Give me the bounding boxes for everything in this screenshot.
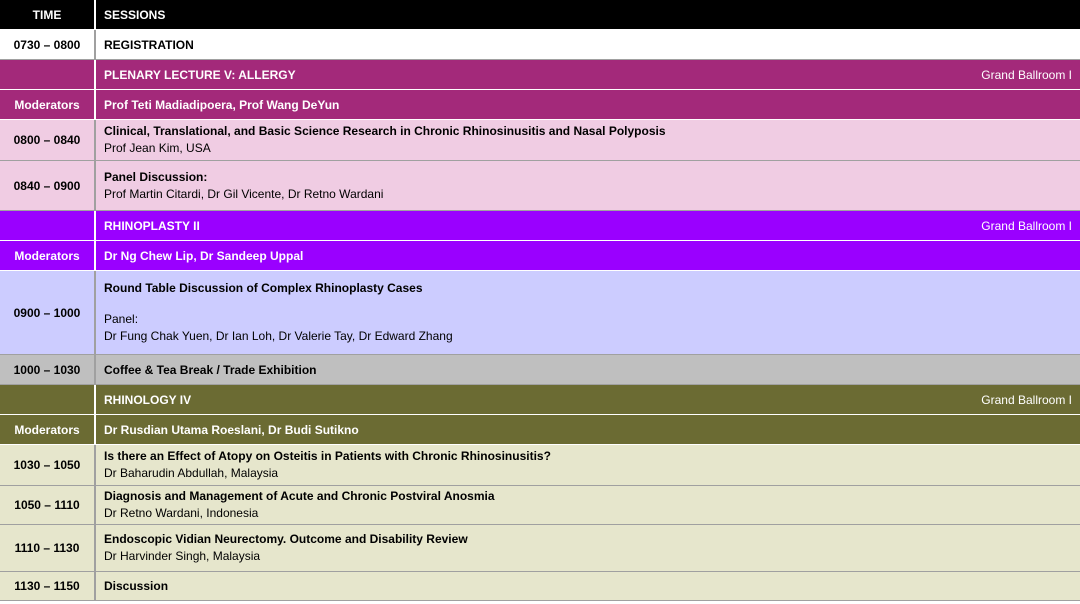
- speaker: Dr Fung Chak Yuen, Dr Ian Loh, Dr Valeri…: [104, 329, 453, 343]
- talk-title: Discussion: [104, 579, 169, 593]
- row-time: 1110 – 1130: [0, 525, 96, 571]
- row-time: 1050 – 1110: [0, 486, 96, 524]
- row-time: [0, 60, 96, 89]
- panel-label: Panel:: [104, 312, 139, 326]
- moderators-names: Dr Ng Chew Lip, Dr Sandeep Uppal: [104, 248, 304, 263]
- table-row: 1030 – 1050 Is there an Effect of Atopy …: [0, 445, 1080, 486]
- talk-title: Endoscopic Vidian Neurectomy. Outcome an…: [104, 532, 468, 546]
- table-row: 1110 – 1130 Endoscopic Vidian Neurectomy…: [0, 525, 1080, 572]
- row-time: [0, 211, 96, 240]
- row-time: 1030 – 1050: [0, 445, 96, 485]
- section-header-rhinoplasty: RHINOPLASTY II Grand Ballroom I: [0, 211, 1080, 241]
- table-row: 0800 – 0840 Clinical, Translational, and…: [0, 120, 1080, 161]
- talk-title: Diagnosis and Management of Acute and Ch…: [104, 489, 495, 503]
- moderators-row: Moderators Dr Ng Chew Lip, Dr Sandeep Up…: [0, 241, 1080, 271]
- table-header: TIME SESSIONS: [0, 0, 1080, 30]
- row-time: Moderators: [0, 415, 96, 444]
- speaker: Dr Harvinder Singh, Malaysia: [104, 549, 261, 563]
- schedule-table: TIME SESSIONS 0730 – 0800 REGISTRATION P…: [0, 0, 1080, 601]
- row-time: 0730 – 0800: [0, 30, 96, 59]
- talk-title: Panel Discussion:: [104, 169, 208, 184]
- row-title: REGISTRATION: [104, 37, 194, 52]
- row-time: 0840 – 0900: [0, 161, 96, 210]
- table-row: 1130 – 1150 Discussion: [0, 572, 1080, 601]
- talk-title: Round Table Discussion of Complex Rhinop…: [104, 281, 423, 295]
- row-time: 0900 – 1000: [0, 271, 96, 354]
- row-time: Moderators: [0, 241, 96, 270]
- venue-label: Grand Ballroom I: [981, 218, 1072, 233]
- row-time: 1130 – 1150: [0, 572, 96, 600]
- talk-title: Is there an Effect of Atopy on Osteitis …: [104, 449, 551, 463]
- row-time: 0800 – 0840: [0, 120, 96, 160]
- section-title: RHINOLOGY IV: [104, 392, 192, 407]
- talk-title: Clinical, Translational, and Basic Scien…: [104, 124, 666, 138]
- section-title: RHINOPLASTY II: [104, 218, 200, 233]
- break-row: 1000 – 1030 Coffee & Tea Break / Trade E…: [0, 355, 1080, 385]
- section-title: PLENARY LECTURE V: ALLERGY: [104, 67, 296, 82]
- table-row: 1050 – 1110 Diagnosis and Management of …: [0, 486, 1080, 525]
- venue-label: Grand Ballroom I: [981, 392, 1072, 407]
- moderators-row: Moderators Dr Rusdian Utama Roeslani, Dr…: [0, 415, 1080, 445]
- sessions-column-header: SESSIONS: [104, 7, 166, 22]
- section-header-rhinology: RHINOLOGY IV Grand Ballroom I: [0, 385, 1080, 415]
- row-time: 1000 – 1030: [0, 355, 96, 384]
- speaker: Dr Baharudin Abdullah, Malaysia: [104, 466, 279, 480]
- table-row: 0900 – 1000 Round Table Discussion of Co…: [0, 271, 1080, 355]
- speaker: Dr Retno Wardani, Indonesia: [104, 506, 259, 520]
- speaker: Prof Jean Kim, USA: [104, 141, 211, 155]
- venue-label: Grand Ballroom I: [981, 67, 1072, 82]
- time-column-header: TIME: [0, 0, 96, 29]
- moderators-names: Dr Rusdian Utama Roeslani, Dr Budi Sutik…: [104, 422, 359, 437]
- section-header-allergy: PLENARY LECTURE V: ALLERGY Grand Ballroo…: [0, 60, 1080, 90]
- table-row: 0730 – 0800 REGISTRATION: [0, 30, 1080, 60]
- row-time: [0, 385, 96, 414]
- speaker: Prof Martin Citardi, Dr Gil Vicente, Dr …: [104, 186, 384, 201]
- moderators-row: Moderators Prof Teti Madiadipoera, Prof …: [0, 90, 1080, 120]
- table-row: 0840 – 0900 Panel Discussion: Prof Marti…: [0, 161, 1080, 211]
- break-title: Coffee & Tea Break / Trade Exhibition: [104, 362, 317, 377]
- row-time: Moderators: [0, 90, 96, 119]
- moderators-names: Prof Teti Madiadipoera, Prof Wang DeYun: [104, 97, 340, 112]
